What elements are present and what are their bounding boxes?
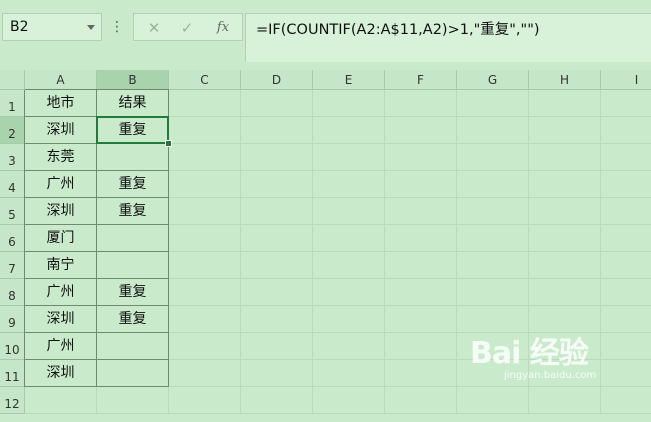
row-header-9[interactable]: 9 [0, 306, 25, 333]
cell-a9[interactable]: 深圳 [25, 306, 97, 333]
gridline [456, 90, 457, 414]
column-header-e[interactable]: E [313, 70, 385, 90]
cell-a8[interactable]: 广州 [25, 279, 97, 306]
column-header-f[interactable]: F [385, 70, 457, 90]
cell-a12[interactable] [25, 387, 97, 414]
confirm-icon[interactable]: ✓ [176, 17, 198, 39]
row-header-1[interactable]: 1 [0, 90, 25, 117]
formula-bar-area: B2 ⋮ ✕ ✓ fx =IF(COUNTIF(A2:A$11,A2)>1,"重… [0, 0, 651, 62]
cell-b12[interactable] [97, 387, 169, 414]
cell-a3[interactable]: 东莞 [25, 144, 97, 171]
row-header-10[interactable]: 10 [0, 333, 25, 360]
gridline [384, 90, 385, 414]
watermark-url: jingyan.baidu.com [504, 370, 597, 381]
column-header-c[interactable]: C [169, 70, 241, 90]
cell-a6[interactable]: 厦门 [25, 225, 97, 252]
row-header-8[interactable]: 8 [0, 279, 25, 306]
gridline [312, 90, 313, 414]
row-header-5[interactable]: 5 [0, 198, 25, 225]
name-box[interactable]: B2 [2, 13, 102, 41]
cell-b7[interactable] [97, 252, 169, 279]
cell-a10[interactable]: 广州 [25, 333, 97, 360]
row-header-3[interactable]: 3 [0, 144, 25, 171]
cell-b4[interactable]: 重复 [97, 171, 169, 198]
more-icon[interactable]: ⋮ [110, 15, 124, 39]
cell-b9[interactable]: 重复 [97, 306, 169, 333]
table-left-border [24, 90, 25, 387]
cell-a2[interactable]: 深圳 [25, 117, 97, 144]
gridline [240, 90, 241, 414]
column-header-b[interactable]: B [97, 70, 169, 90]
row-header-12[interactable]: 12 [0, 387, 25, 414]
cell-b5[interactable]: 重复 [97, 198, 169, 225]
cell-a5[interactable]: 深圳 [25, 198, 97, 225]
fx-icon[interactable]: fx [212, 17, 234, 39]
row-header-6[interactable]: 6 [0, 225, 25, 252]
row-header-7[interactable]: 7 [0, 252, 25, 279]
column-header-g[interactable]: G [457, 70, 529, 90]
name-box-value: B2 [10, 19, 29, 35]
fill-handle[interactable] [165, 140, 172, 147]
formula-text: =IF(COUNTIF(A2:A$11,A2)>1,"重复","") [256, 22, 540, 38]
row-header-2[interactable]: 2 [0, 117, 25, 144]
watermark: Bai 经验 jingyan.baidu.com [470, 328, 596, 381]
select-all-corner[interactable] [0, 70, 25, 90]
cell-a4[interactable]: 广州 [25, 171, 97, 198]
chevron-down-icon[interactable] [87, 25, 95, 30]
table-top-border [25, 89, 169, 90]
formula-tools: ✕ ✓ fx [133, 13, 243, 41]
column-header-i[interactable]: I [601, 70, 651, 90]
cell-b1[interactable]: 结果 [97, 90, 169, 117]
row-header-11[interactable]: 11 [0, 360, 25, 387]
cell-b2[interactable]: 重复 [97, 117, 169, 144]
row-header-4[interactable]: 4 [0, 171, 25, 198]
column-header-h[interactable]: H [529, 70, 601, 90]
cell-b6[interactable] [97, 225, 169, 252]
cell-b10[interactable] [97, 333, 169, 360]
column-header-d[interactable]: D [241, 70, 313, 90]
formula-input[interactable]: =IF(COUNTIF(A2:A$11,A2)>1,"重复","") [245, 13, 651, 62]
cell-a1[interactable]: 地市 [25, 90, 97, 117]
watermark-logo: Bai 经验 [470, 336, 589, 371]
gridline [600, 90, 601, 414]
cell-a7[interactable]: 南宁 [25, 252, 97, 279]
cell-b3[interactable] [97, 144, 169, 171]
column-header-a[interactable]: A [25, 70, 97, 90]
cell-b8[interactable]: 重复 [97, 279, 169, 306]
cancel-icon[interactable]: ✕ [143, 17, 165, 39]
cell-a11[interactable]: 深圳 [25, 360, 97, 387]
cell-b11[interactable] [97, 360, 169, 387]
